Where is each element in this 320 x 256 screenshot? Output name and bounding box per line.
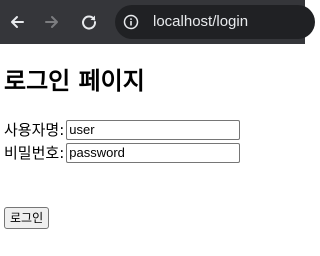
username-input[interactable] xyxy=(66,120,241,140)
forward-button[interactable] xyxy=(40,10,64,34)
username-label: 사용자명: xyxy=(4,121,65,139)
username-row: 사용자명: xyxy=(4,119,241,141)
site-info-icon[interactable] xyxy=(123,14,139,30)
login-button[interactable]: 로그인 xyxy=(4,207,50,229)
browser-toolbar: localhost/login xyxy=(0,0,315,44)
back-button[interactable] xyxy=(5,10,29,34)
password-label: 비밀번호: xyxy=(4,144,65,162)
password-row: 비밀번호: xyxy=(4,142,241,164)
reload-button[interactable] xyxy=(77,10,101,34)
password-input[interactable] xyxy=(66,143,241,163)
reload-icon xyxy=(82,15,97,30)
page-title: 로그인 페이지 xyxy=(4,67,145,95)
url-text: localhost/login xyxy=(153,13,249,30)
back-arrow-icon xyxy=(11,16,24,28)
forward-arrow-icon xyxy=(45,16,58,28)
address-bar[interactable]: localhost/login xyxy=(115,5,315,39)
